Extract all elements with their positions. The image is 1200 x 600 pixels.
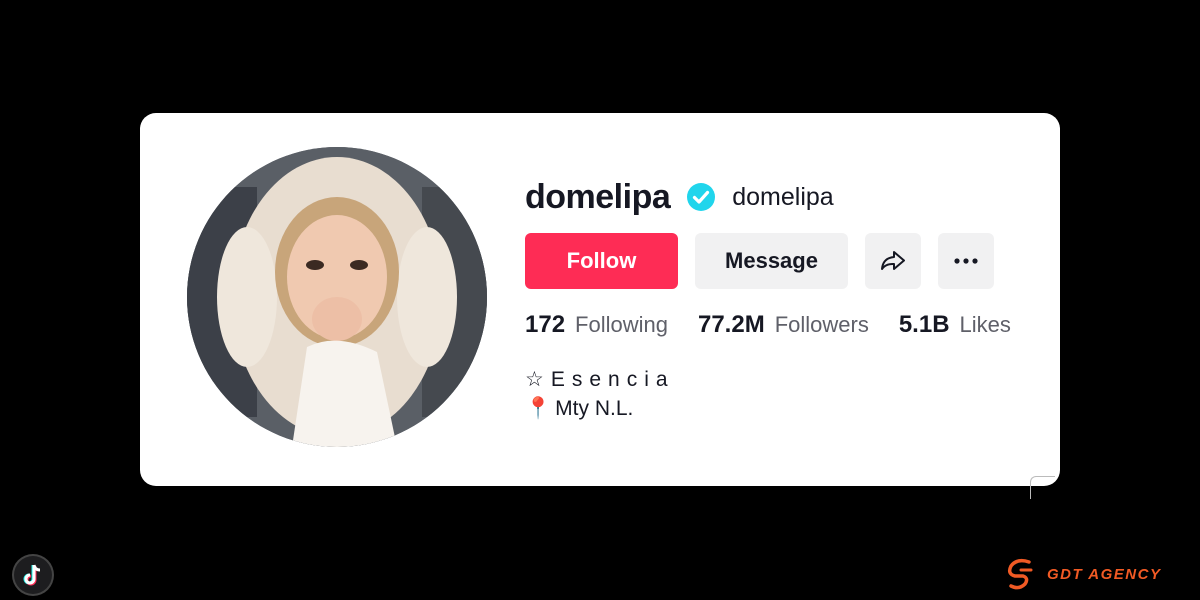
stat-label: Followers (774, 312, 869, 337)
stat-likes: 5.1B Likes (899, 311, 1011, 339)
stat-followers[interactable]: 77.2M Followers (698, 311, 869, 339)
profile-card: domelipa domelipa Follow Message 172 Fol… (140, 113, 1060, 486)
action-buttons: Follow Message (525, 233, 1041, 289)
stat-value: 172 (525, 311, 566, 338)
bio-line-1: ☆Esencia (525, 368, 675, 391)
verified-badge-icon (687, 183, 716, 211)
location-pin-icon: 📍 (525, 397, 552, 420)
username: domelipa (525, 177, 671, 216)
avatar-image (187, 147, 487, 447)
tiktok-logo-icon (14, 556, 52, 594)
corner-mark (1030, 476, 1055, 499)
bio: ☆Esencia 📍 Mty N.L. (525, 365, 1041, 423)
stat-value: 77.2M (697, 311, 765, 338)
more-dots-icon (954, 258, 978, 264)
agency-watermark: GDT AGENCY (1003, 556, 1161, 592)
stat-value: 5.1B (898, 311, 950, 338)
name-row: domelipa domelipa (525, 175, 1041, 219)
share-arrow-icon (881, 251, 905, 270)
follow-button[interactable]: Follow (525, 233, 678, 289)
bio-location: Mty N.L. (555, 397, 634, 420)
profile-info: domelipa domelipa Follow Message 172 Fol… (525, 175, 1041, 423)
profile-stats: 172 Following 77.2M Followers 5.1B Likes (525, 311, 1041, 341)
avatar[interactable] (187, 147, 487, 447)
agency-name: GDT AGENCY (1047, 565, 1162, 583)
message-button[interactable]: Message (695, 233, 848, 289)
more-options-button[interactable] (938, 233, 994, 289)
share-button[interactable] (865, 233, 921, 289)
stat-label: Following (575, 312, 668, 337)
stat-label: Likes (959, 312, 1011, 337)
stat-following[interactable]: 172 Following (525, 311, 668, 339)
gdt-logo-icon (1007, 558, 1033, 590)
bio-line-2: 📍 Mty N.L. (525, 394, 1041, 423)
nickname: domelipa (732, 182, 834, 211)
